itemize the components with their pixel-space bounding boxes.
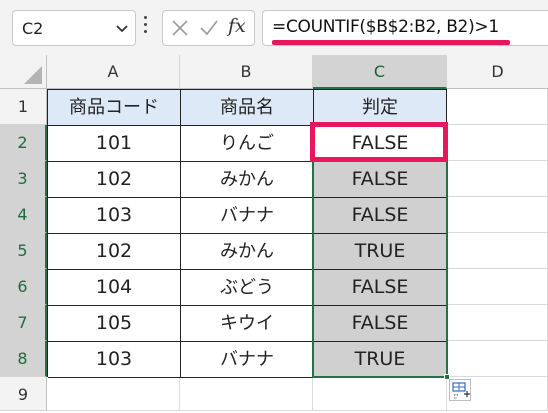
row-header-8[interactable]: 8 xyxy=(0,341,47,377)
header-cell-judgement[interactable]: 判定 xyxy=(314,90,447,126)
check-icon[interactable] xyxy=(199,19,219,37)
gridline xyxy=(447,304,548,305)
table-cell[interactable]: キウイ xyxy=(181,306,314,342)
result-cell[interactable]: FALSE xyxy=(314,270,447,306)
row-header-9[interactable]: 9 xyxy=(0,377,47,411)
gridline xyxy=(447,232,548,233)
column-header-d[interactable]: D xyxy=(447,55,548,89)
row-header-1[interactable]: 1 xyxy=(0,89,47,125)
formula-text[interactable]: =COUNTIF($B$2:B2, B2)>1 xyxy=(272,17,499,37)
close-icon[interactable] xyxy=(171,19,189,37)
insert-function-icon[interactable]: fx xyxy=(228,15,246,37)
formula-bar: C2 fx =COUNTIF($B$2:B2, B2)>1 xyxy=(0,0,548,55)
select-all-button[interactable] xyxy=(0,55,47,89)
active-cell-c2[interactable]: FALSE xyxy=(314,126,447,162)
gridline xyxy=(447,196,548,197)
table-cell[interactable]: 103 xyxy=(48,342,181,378)
table-cell[interactable]: 101 xyxy=(48,126,181,162)
chevron-down-icon[interactable] xyxy=(115,21,129,35)
table-cell[interactable]: ぶどう xyxy=(181,270,314,306)
header-cell-name[interactable]: 商品名 xyxy=(181,90,314,126)
gridline xyxy=(312,377,313,411)
row-header-4[interactable]: 4 xyxy=(0,197,47,233)
result-cell[interactable]: FALSE xyxy=(314,162,447,198)
table-cell[interactable]: 103 xyxy=(48,198,181,234)
row-header-3[interactable]: 3 xyxy=(0,161,47,197)
column-header-c[interactable]: C xyxy=(313,55,447,89)
gridline xyxy=(447,340,548,341)
vertical-dots-icon[interactable] xyxy=(143,16,149,38)
gridline xyxy=(447,124,548,125)
table-cell[interactable]: みかん xyxy=(181,234,314,270)
name-box-value[interactable]: C2 xyxy=(22,19,43,38)
table-cell[interactable]: 105 xyxy=(48,306,181,342)
data-table: 商品コード 商品名 判定 101 りんご FALSE 102 みかん FALSE… xyxy=(47,89,447,378)
header-cell-code[interactable]: 商品コード xyxy=(48,90,181,126)
column-header-a[interactable]: A xyxy=(47,55,180,89)
table-cell[interactable]: りんご xyxy=(181,126,314,162)
table-cell[interactable]: 102 xyxy=(48,234,181,270)
row-header-2[interactable]: 2 xyxy=(0,125,47,161)
row-header-5[interactable]: 5 xyxy=(0,233,47,269)
gridline xyxy=(179,377,180,411)
row-header-6[interactable]: 6 xyxy=(0,269,47,305)
gridline xyxy=(447,268,548,269)
gridline xyxy=(447,376,548,377)
name-box[interactable]: C2 xyxy=(12,10,136,46)
table-cell[interactable]: 102 xyxy=(48,162,181,198)
table-cell[interactable]: バナナ xyxy=(181,198,314,234)
spreadsheet-grid: A B C D 1 2 3 4 5 6 7 8 9 商品コード 商品名 判定 1… xyxy=(0,55,548,411)
formula-highlight-underline xyxy=(272,40,510,45)
row-header-7[interactable]: 7 xyxy=(0,305,47,341)
result-cell[interactable]: FALSE xyxy=(314,306,447,342)
result-cell[interactable]: FALSE xyxy=(314,198,447,234)
table-cell[interactable]: みかん xyxy=(181,162,314,198)
gridline xyxy=(447,160,548,161)
table-cell[interactable]: 104 xyxy=(48,270,181,306)
column-header-b[interactable]: B xyxy=(180,55,313,89)
gridline xyxy=(446,377,447,411)
formula-bar-buttons: fx xyxy=(162,10,255,46)
quick-analysis-icon[interactable] xyxy=(449,379,471,401)
table-cell[interactable]: バナナ xyxy=(181,342,314,378)
result-cell[interactable]: TRUE xyxy=(314,342,447,378)
result-cell[interactable]: TRUE xyxy=(314,234,447,270)
